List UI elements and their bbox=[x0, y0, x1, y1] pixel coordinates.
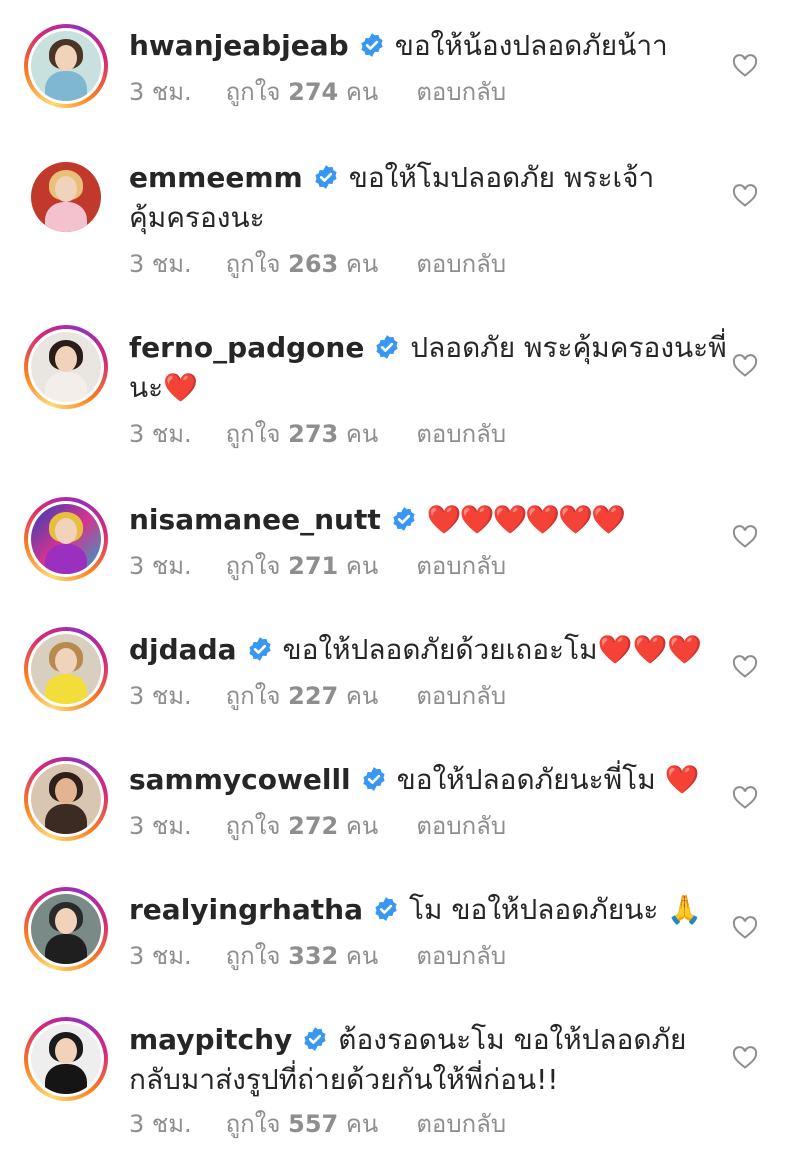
verified-badge-icon bbox=[361, 33, 383, 57]
reply-button[interactable]: ตอบกลับ bbox=[416, 76, 506, 108]
comment-text-continued: นะ❤️ bbox=[129, 371, 199, 404]
verified-badge-icon bbox=[393, 507, 415, 531]
like-count[interactable]: ถูกใจ 274 คน bbox=[226, 76, 379, 108]
username[interactable]: hwanjeabjeab bbox=[129, 29, 349, 62]
comment-text: ขอให้น้องปลอดภัยน้าา bbox=[394, 29, 668, 62]
like-count[interactable]: ถูกใจ 272 คน bbox=[226, 810, 379, 842]
like-count[interactable]: ถูกใจ 273 คน bbox=[226, 418, 379, 450]
like-heart-icon[interactable] bbox=[732, 786, 758, 810]
like-count[interactable]: ถูกใจ 271 คน bbox=[226, 550, 379, 582]
avatar-image bbox=[31, 162, 101, 232]
username[interactable]: sammycowelll bbox=[129, 763, 351, 796]
like-heart-icon[interactable] bbox=[732, 916, 758, 940]
reply-button[interactable]: ตอบกลับ bbox=[416, 940, 506, 972]
verified-badge-icon bbox=[363, 767, 385, 791]
comment-time: 3 ชม. bbox=[129, 942, 192, 970]
comment-text: โม ขอให้ปลอดภัยนะ 🙏 bbox=[408, 893, 703, 926]
avatar-image bbox=[31, 1024, 101, 1094]
reply-button[interactable]: ตอบกลับ bbox=[416, 550, 506, 582]
comment-text: ขอให้ปลอดภัยด้วยเถอะโม❤️❤️❤️ bbox=[282, 633, 703, 666]
comment-time: 3 ชม. bbox=[129, 682, 192, 710]
verified-badge-icon bbox=[304, 1027, 326, 1051]
username[interactable]: nisamanee_nutt bbox=[129, 503, 381, 536]
like-heart-icon[interactable] bbox=[732, 354, 758, 378]
avatar[interactable] bbox=[24, 1017, 108, 1101]
comment-text-continued: คุ้มครองนะ bbox=[129, 201, 265, 234]
avatar[interactable] bbox=[24, 627, 108, 711]
username[interactable]: realyingrhatha bbox=[129, 893, 363, 926]
like-heart-icon[interactable] bbox=[732, 525, 758, 549]
avatar[interactable] bbox=[24, 497, 108, 581]
comment-time: 3 ชม. bbox=[129, 812, 192, 840]
avatar-image bbox=[31, 634, 101, 704]
comment-text: ต้องรอดนะโม ขอให้ปลอดภัย bbox=[338, 1023, 687, 1056]
comment-text: ❤️❤️❤️❤️❤️❤️ bbox=[426, 503, 626, 536]
reply-button[interactable]: ตอบกลับ bbox=[416, 1108, 506, 1140]
username[interactable]: maypitchy bbox=[129, 1023, 292, 1056]
avatar-image bbox=[31, 332, 101, 402]
username[interactable]: emmeemm bbox=[129, 161, 303, 194]
avatar-image bbox=[31, 31, 101, 101]
comment-text: ขอให้โมปลอดภัย พระเจ้า bbox=[348, 161, 655, 194]
reply-button[interactable]: ตอบกลับ bbox=[416, 418, 506, 450]
like-heart-icon[interactable] bbox=[732, 184, 758, 208]
reply-button[interactable]: ตอบกลับ bbox=[416, 810, 506, 842]
verified-badge-icon bbox=[248, 637, 271, 661]
avatar[interactable] bbox=[24, 325, 108, 409]
username[interactable]: ferno_padgone bbox=[129, 331, 364, 364]
comment-time: 3 ชม. bbox=[129, 250, 192, 278]
avatar[interactable] bbox=[24, 887, 108, 971]
like-count[interactable]: ถูกใจ 557 คน bbox=[226, 1108, 379, 1140]
comment-text: ปลอดภัย พระคุ้มครองนะพี่ bbox=[410, 331, 727, 364]
verified-badge-icon bbox=[315, 165, 337, 189]
comment-time: 3 ชม. bbox=[129, 420, 192, 448]
comment-time: 3 ชม. bbox=[129, 1110, 192, 1138]
avatar-image bbox=[31, 764, 101, 834]
verified-badge-icon bbox=[375, 897, 397, 921]
avatar[interactable] bbox=[24, 24, 108, 108]
comment-time: 3 ชม. bbox=[129, 552, 192, 580]
like-count[interactable]: ถูกใจ 263 คน bbox=[226, 248, 379, 280]
like-count[interactable]: ถูกใจ 227 คน bbox=[226, 680, 379, 712]
like-count[interactable]: ถูกใจ 332 คน bbox=[226, 940, 379, 972]
like-heart-icon[interactable] bbox=[732, 655, 758, 679]
comment-time: 3 ชม. bbox=[129, 78, 192, 106]
avatar[interactable] bbox=[24, 155, 108, 239]
verified-badge-icon bbox=[376, 335, 398, 359]
like-heart-icon[interactable] bbox=[732, 1046, 758, 1070]
like-heart-icon[interactable] bbox=[732, 54, 758, 78]
username[interactable]: djdada bbox=[129, 633, 237, 666]
avatar[interactable] bbox=[24, 757, 108, 841]
avatar-image bbox=[31, 894, 101, 964]
avatar-image bbox=[31, 504, 101, 574]
reply-button[interactable]: ตอบกลับ bbox=[416, 248, 506, 280]
reply-button[interactable]: ตอบกลับ bbox=[416, 680, 506, 712]
comment-text-continued: กลับมาส่งรูปที่ถ่ายด้วยกันให้พี่ก่อน!! bbox=[129, 1063, 559, 1096]
comment-text: ขอให้ปลอดภัยนะพี่โม ❤️ bbox=[396, 763, 700, 796]
